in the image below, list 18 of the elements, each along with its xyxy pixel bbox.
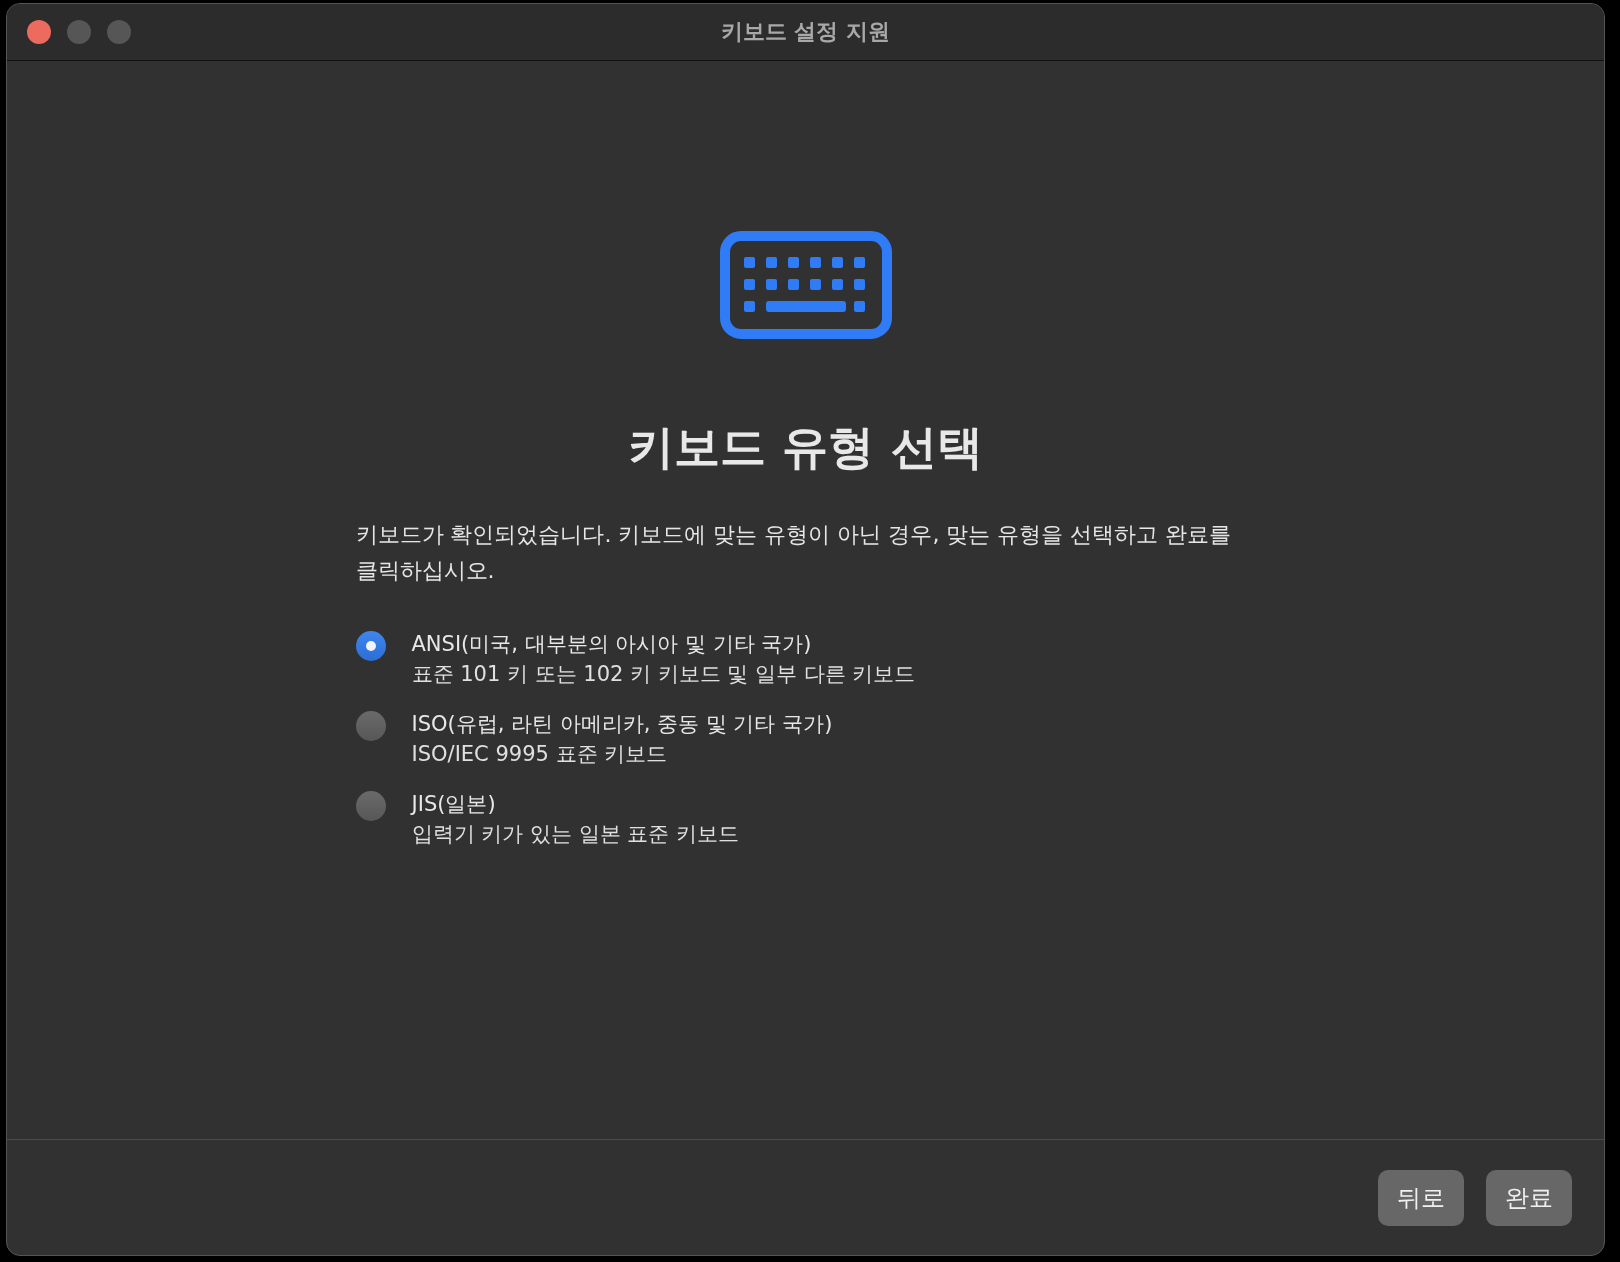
done-button[interactable]: 완료: [1486, 1169, 1572, 1226]
window-title: 키보드 설정 지원: [720, 18, 891, 46]
radio-button[interactable]: [355, 631, 386, 661]
radio-button[interactable]: [355, 791, 386, 821]
close-button[interactable]: [27, 20, 51, 44]
heading: 키보드 유형 선택: [628, 419, 983, 476]
minimize-button[interactable]: [67, 20, 91, 44]
option-label: JIS(일본): [411, 791, 497, 818]
option-detail: 입력기 키가 있는 일본 표준 키보드: [411, 821, 739, 848]
option-label: ANSI(미국, 대부분의 아시아 및 기타 국가): [411, 631, 813, 658]
option-detail: ISO/IEC 9995 표준 키보드: [411, 741, 669, 768]
option-label: ISO(유럽, 라틴 아메리카, 중동 및 기타 국가): [411, 711, 833, 738]
back-button[interactable]: 뒤로: [1378, 1169, 1464, 1226]
keyboard-icon: [719, 231, 892, 339]
zoom-button[interactable]: [107, 20, 131, 44]
description: 키보드가 확인되었습니다. 키보드에 맞는 유형이 아닌 경우, 맞는 유형을 선택하고 완료를 클릭하십시오.: [355, 521, 1233, 585]
option-detail: 표준 101 키 또는 102 키 키보드 및 일부 다른 키보드: [411, 661, 916, 688]
radio-button[interactable]: [355, 711, 386, 741]
